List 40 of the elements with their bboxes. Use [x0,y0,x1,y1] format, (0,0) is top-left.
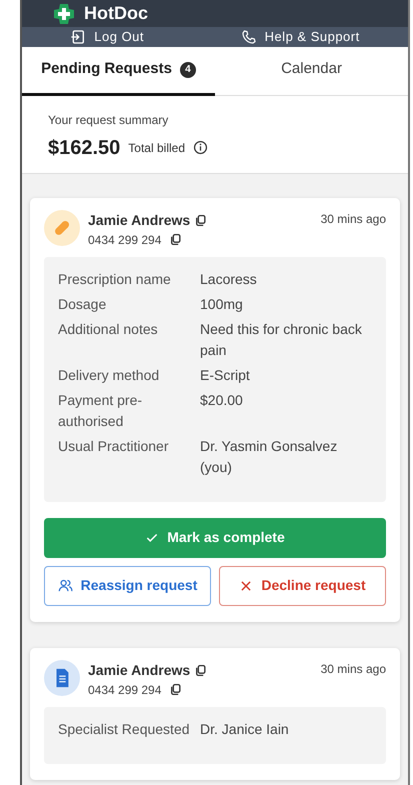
phone-icon [240,28,257,45]
help-link[interactable]: Help & Support [240,27,360,46]
detail-label: Prescription name [58,270,172,289]
brand-name: HotDoc [84,2,148,25]
reassign-button[interactable]: Reassign request [44,566,211,606]
detail-value: $20.00 [200,390,243,410]
summary-title: Your request summary [48,112,170,128]
detail-label: Payment pre-authorised [58,390,144,430]
info-icon [193,140,208,155]
detail-value: Lacoress [200,270,257,288]
copy-icon [169,233,182,246]
close-icon [239,578,254,592]
logo-icon [52,2,76,26]
phone-number: 0434 299 294 [88,232,162,248]
logout-link[interactable]: Log Out [70,27,144,46]
phone-number: 0434 299 294 [88,682,162,698]
copy-icon [169,683,182,696]
total-label: Total billed [128,140,185,156]
logout-icon [70,28,86,45]
tab[interactable]: Calendar [215,46,408,96]
patient-name: Jamie Andrews [88,210,190,230]
detail-label: Additional notes [58,320,159,338]
timestamp: 30 mins ago [320,660,386,678]
detail-value: 100mg [200,294,243,314]
total-amount: $162.50 [48,136,120,160]
detail-value: E-Script [200,366,250,385]
detail-value: Need this for chronic back pain [200,320,363,360]
detail-value: Dr. Janice Iain [200,720,289,738]
count-badge: 4 [180,62,196,78]
patient-name: Jamie Andrews [88,660,190,680]
detail-label: Specialist Requested [58,720,191,739]
timestamp: 30 mins ago [320,210,386,228]
detail-label: Usual Practitioner [58,436,170,456]
detail-label: Dosage [58,294,108,314]
people-icon [58,578,73,593]
detail-value: Dr. Yasmin Gonsalvez (you) [200,436,338,477]
copy-icon [194,214,208,226]
copy-icon [194,664,208,676]
decline-button[interactable]: Decline request [219,566,386,606]
detail-label: Delivery method [58,366,160,385]
